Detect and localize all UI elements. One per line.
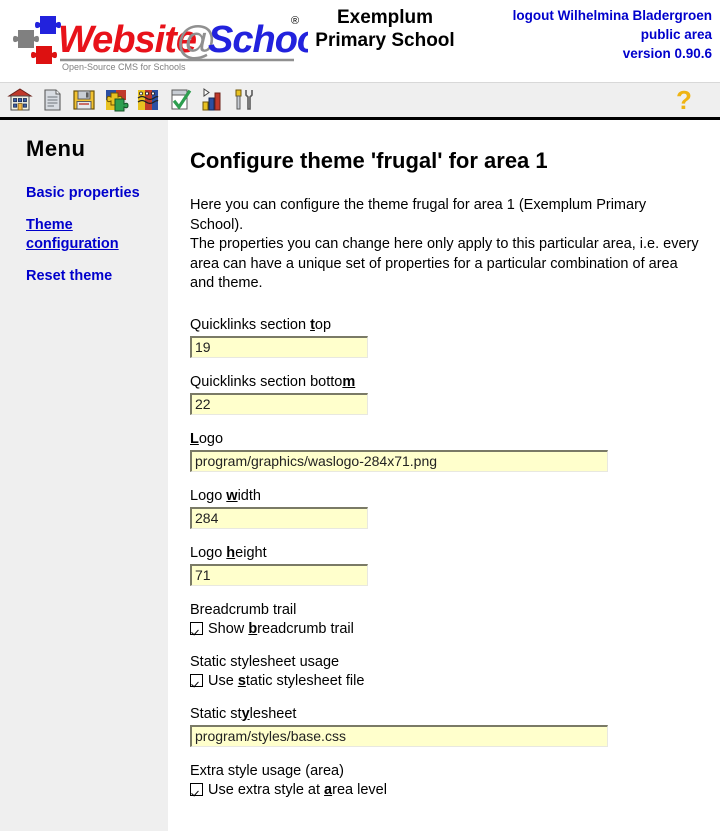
website-at-school-logo-icon: Website @ School ® Open-Source CMS for S… [13, 15, 308, 72]
svg-text:®: ® [291, 15, 299, 27]
main-content: Configure theme 'frugal' for area 1 Here… [168, 120, 720, 831]
header-user-info: logout Wilhelmina Bladergroen public are… [513, 6, 712, 63]
logo-width-input[interactable] [190, 506, 368, 529]
field-logo-height: Logo height [190, 544, 704, 586]
sidebar-title: Menu [26, 136, 86, 161]
label-static-stylesheet: Static stylesheet [190, 705, 297, 722]
extra-style-usage-area-checkbox-label[interactable]: Use extra style at area level [208, 782, 387, 798]
version-label: version 0.90.6 [622, 46, 712, 61]
field-quicklinks-section-top: Quicklinks section top [190, 316, 704, 358]
page-title: Configure theme 'frugal' for area 1 [190, 148, 548, 173]
field-breadcrumb-trail: Breadcrumb trail Show breadcrumb trail [190, 601, 704, 637]
site-logo[interactable]: Website @ School ® Open-Source CMS for S… [8, 8, 308, 74]
tools-icon[interactable] [230, 86, 258, 114]
modules-icon[interactable] [102, 86, 130, 114]
label-quicklinks-section-bottom: Quicklinks section bottom [190, 373, 356, 390]
help-icon[interactable]: ? [672, 85, 698, 115]
page-header: Website @ School ® Open-Source CMS for S… [0, 0, 720, 82]
field-extra-style-usage-area: Extra style usage (area) Use extra style… [190, 762, 704, 798]
sidebar: Menu Basic properties Theme configuratio… [0, 120, 168, 831]
label-logo: Logo [190, 430, 224, 447]
logo-input[interactable] [190, 449, 608, 472]
svg-text:Open-Source CMS for Schools: Open-Source CMS for Schools [62, 62, 186, 72]
school-name: Exemplum Primary School [300, 6, 470, 52]
main-toolbar: ? [0, 82, 720, 117]
sidebar-menu: Basic properties Theme configuration Res… [26, 184, 168, 286]
sidebar-item-theme-configuration[interactable]: Theme configuration [26, 216, 151, 254]
statistics-icon[interactable] [198, 86, 226, 114]
areas-icon[interactable] [134, 86, 162, 114]
breadcrumb-trail-checkbox-row[interactable]: Show breadcrumb trail [190, 621, 704, 637]
breadcrumb-trail-checkbox-label[interactable]: Show breadcrumb trail [208, 621, 354, 637]
extra-style-usage-area-checkbox[interactable] [190, 783, 203, 796]
file-manager-icon[interactable] [70, 86, 98, 114]
label-logo-width: Logo width [190, 487, 261, 504]
logout-link[interactable]: logout Wilhelmina Bladergroen [513, 8, 712, 23]
area-label: public area [640, 27, 712, 42]
label-breadcrumb-trail-group: Breadcrumb trail [190, 601, 297, 618]
static-stylesheet-usage-checkbox[interactable] [190, 674, 203, 687]
svg-text:?: ? [676, 87, 692, 114]
extra-style-usage-area-checkbox-row[interactable]: Use extra style at area level [190, 782, 704, 798]
page-body: Menu Basic properties Theme configuratio… [0, 120, 720, 831]
static-stylesheet-input[interactable] [190, 724, 608, 747]
static-stylesheet-usage-checkbox-row[interactable]: Use static stylesheet file [190, 673, 704, 689]
theme-configuration-form: Quicklinks section top Quicklinks sectio… [190, 316, 704, 798]
school-name-line2: Primary School [315, 30, 455, 51]
intro-text: Here you can configure the theme frugal … [190, 196, 700, 294]
field-logo-width: Logo width [190, 487, 704, 529]
home-icon[interactable] [6, 86, 34, 114]
quicklinks-section-bottom-input[interactable] [190, 392, 368, 415]
field-quicklinks-section-bottom: Quicklinks section bottom [190, 373, 704, 415]
label-extra-style-usage-area-group: Extra style usage (area) [190, 762, 344, 779]
static-stylesheet-usage-checkbox-label[interactable]: Use static stylesheet file [208, 673, 364, 689]
pages-icon[interactable] [38, 86, 66, 114]
logo-height-input[interactable] [190, 563, 368, 586]
field-logo: Logo [190, 430, 704, 472]
label-logo-height: Logo height [190, 544, 267, 561]
intro-line-2: The properties you can change here only … [190, 236, 699, 291]
school-name-line1: Exemplum [336, 7, 434, 28]
field-static-stylesheet-usage: Static stylesheet usage Use static style… [190, 653, 704, 689]
sidebar-item-reset-theme[interactable]: Reset theme [26, 267, 151, 286]
intro-line-1: Here you can configure the theme frugal … [190, 197, 647, 233]
label-static-stylesheet-usage-group: Static stylesheet usage [190, 653, 340, 670]
account-icon[interactable] [166, 86, 194, 114]
breadcrumb-trail-checkbox[interactable] [190, 622, 203, 635]
quicklinks-section-top-input[interactable] [190, 335, 368, 358]
sidebar-item-basic-properties[interactable]: Basic properties [26, 184, 151, 203]
label-quicklinks-section-top: Quicklinks section top [190, 316, 332, 333]
field-static-stylesheet: Static stylesheet [190, 705, 704, 747]
